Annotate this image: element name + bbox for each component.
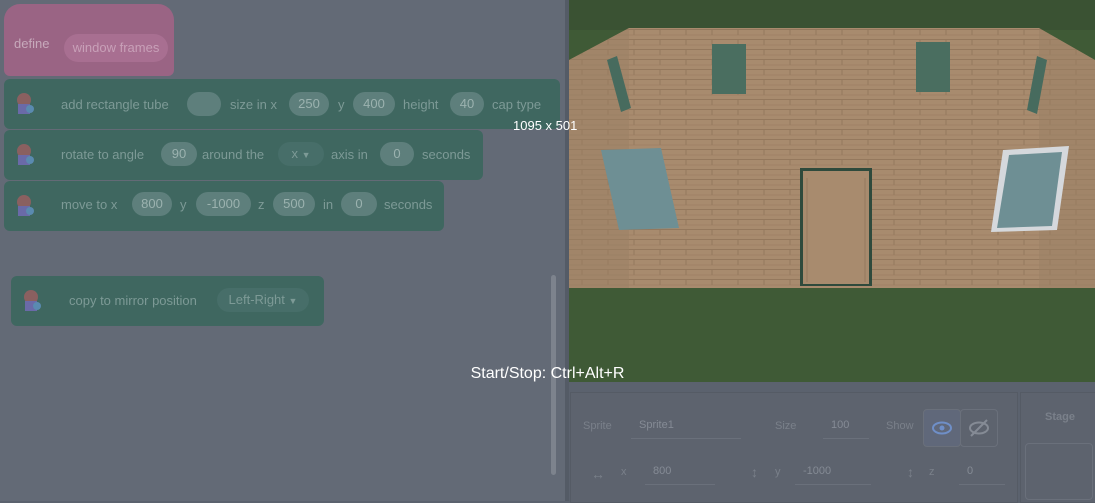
stage-thumbnail[interactable] [1025,443,1093,500]
rotate-axis-value: x [291,146,298,161]
size-label: Size [775,420,797,432]
define-name-slot[interactable]: window frames [64,34,168,62]
shortcut-hint: Start/Stop: Ctrl+Alt+R [470,365,625,382]
eye-slash-icon [969,419,989,437]
tube-y-label: y [338,97,345,112]
mirror-label: copy to mirror position [69,293,197,308]
tube-label: add rectangle tube [61,97,169,112]
tube-size-label: size in x [230,97,277,112]
move-seconds-label: seconds [384,197,433,212]
tube-height-input[interactable]: 40 [450,92,484,116]
house-3d-scene [569,0,1095,382]
move-seconds-input[interactable]: 0 [341,192,377,216]
tube-height-label: height [403,97,439,112]
show-visible-button[interactable] [923,409,961,447]
extension-block-icon [24,290,41,311]
stage-selector-panel[interactable]: Stage [1020,392,1095,503]
rotate-axis-dropdown[interactable]: x ▼ [278,142,324,166]
show-label: Show [886,420,914,432]
dropdown-caret-icon: ▼ [288,296,298,306]
move-to-block[interactable]: move to x 800 y -1000 z 500 in 0 seconds [4,181,444,231]
code-workspace[interactable]: define window frames add rectangle tube … [0,0,568,501]
extension-block-icon [17,195,34,216]
tube-cap-label: cap type [492,97,542,112]
move-y-label: y [180,197,187,212]
sprite-info-panel: Sprite Sprite1 Size 100 Show ↔ x 800 ↕ y… [570,392,1018,503]
rotate-axis-label: axis in [331,147,368,162]
dropdown-caret-icon: ▼ [301,150,311,160]
tube-shape-input[interactable] [187,92,221,116]
tube-x-input[interactable]: 250 [289,92,329,116]
rotate-seconds-input[interactable]: 0 [380,142,414,166]
rotate-seconds-label: seconds [422,147,471,162]
move-label: move to x [61,197,118,212]
move-z-input[interactable]: 500 [273,192,315,216]
define-keyword: define [14,36,50,51]
sprite-label: Sprite [583,420,612,432]
move-x-input[interactable]: 800 [132,192,172,216]
rotate-label: rotate to angle [61,147,145,162]
vertical-arrows-icon: ↕ [751,464,758,480]
sprite-name-field[interactable]: Sprite1 [631,411,741,439]
x-field[interactable]: 800 [645,457,715,485]
extension-block-icon [17,93,34,114]
horizontal-arrows-icon: ↔ [591,466,605,482]
stage-title: Stage [1045,411,1075,423]
extension-block-icon [17,144,34,165]
z-field[interactable]: 0 [959,457,1005,485]
mirror-direction-dropdown[interactable]: Left-Right ▼ [217,288,309,312]
define-hat-block[interactable]: define window frames [4,4,174,76]
vertical-arrows-icon: ↕ [907,464,914,480]
rotate-angle-input[interactable]: 90 [161,142,197,166]
tube-y-input[interactable]: 400 [353,92,395,116]
show-hidden-button[interactable] [960,409,998,447]
size-field[interactable]: 100 [823,411,869,439]
y-field[interactable]: -1000 [795,457,871,485]
move-z-label: z [258,197,265,212]
rotate-around-label: around the [202,147,265,162]
copy-to-mirror-block[interactable]: copy to mirror position Left-Right ▼ [11,276,324,326]
rotate-to-angle-block[interactable]: rotate to angle 90 around the x ▼ axis i… [4,130,483,180]
move-in-label: in [323,197,334,212]
screenshot-dimensions: 1095 x 501 [513,118,578,133]
add-rectangle-tube-block[interactable]: add rectangle tube size in x 250 y 400 h… [4,79,560,129]
y-label: y [775,466,781,478]
mirror-direction-value: Left-Right [228,292,285,307]
stage-canvas[interactable] [569,0,1095,382]
eye-icon [932,421,952,435]
z-label: z [929,466,935,478]
move-y-input[interactable]: -1000 [196,192,251,216]
x-label: x [621,466,627,478]
